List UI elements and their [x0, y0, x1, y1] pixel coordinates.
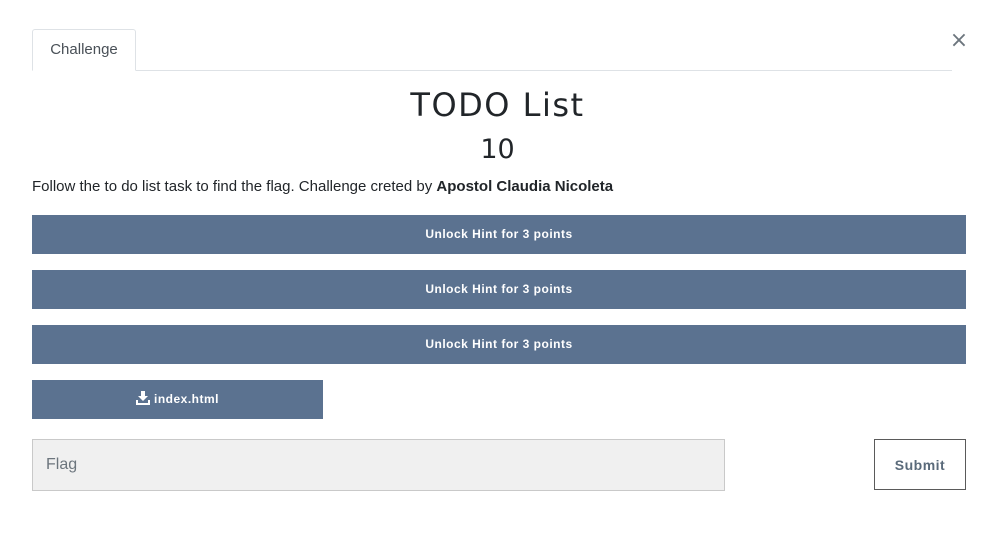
- close-button[interactable]: ×: [949, 28, 969, 54]
- tab-bar: Challenge: [32, 29, 952, 71]
- challenge-author: Apostol Claudia Nicoleta: [436, 178, 614, 195]
- unlock-hint-button-2[interactable]: Unlock Hint for 3 points: [32, 270, 966, 309]
- challenge-title: TODO List: [410, 86, 585, 124]
- unlock-hint-button-3[interactable]: Unlock Hint for 3 points: [32, 325, 966, 364]
- unlock-hint-button-1[interactable]: Unlock Hint for 3 points: [32, 215, 966, 254]
- challenge-description: Follow the to do list task to find the f…: [32, 177, 966, 197]
- download-icon: [135, 391, 150, 405]
- file-download-button[interactable]: index.html: [32, 380, 323, 419]
- description-text: Follow the to do list task to find the f…: [32, 178, 437, 195]
- submit-button[interactable]: Submit: [874, 439, 966, 490]
- challenge-modal: × Challenge TODO List 10 Follow the to d…: [0, 0, 995, 536]
- tab-challenge[interactable]: Challenge: [32, 29, 136, 71]
- challenge-points: 10: [480, 134, 515, 165]
- flag-input[interactable]: [32, 439, 725, 491]
- file-name: index.html: [153, 392, 219, 406]
